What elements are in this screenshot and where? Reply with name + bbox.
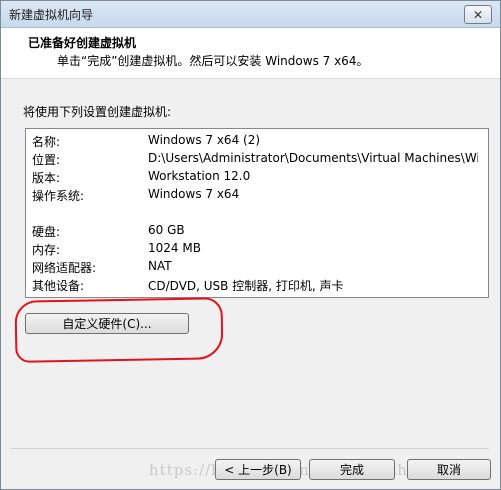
row-value: Windows 7 x64 (2) [148, 133, 261, 147]
intro-text: 将使用下列设置创建虚拟机: [23, 105, 172, 119]
red-annotation-circle [14, 297, 224, 363]
row-value: Workstation 12.0 [148, 169, 251, 183]
row-label: 硬盘: [32, 225, 61, 239]
wizard-header: 已准备好创建虚拟机 单击“完成”创建虚拟机。然后可以安装 Windows 7 x… [1, 28, 500, 79]
row-value: NAT [148, 259, 172, 273]
row-label: 网络适配器: [32, 261, 97, 275]
row-value: D:\Users\Administrator\Documents\Virtual… [148, 151, 478, 165]
row-label: 操作系统: [32, 189, 85, 203]
wizard-window: 新建虚拟机向导 ✕ 已准备好创建虚拟机 单击“完成”创建虚拟机。然后可以安装 W… [0, 0, 501, 490]
header-title: 已准备好创建虚拟机 [28, 36, 137, 50]
finish-button[interactable]: 完成 [309, 459, 395, 480]
row-label: 名称: [32, 135, 61, 149]
row-label: 其他设备: [32, 279, 85, 293]
title-bar: 新建虚拟机向导 ✕ [1, 1, 500, 28]
row-label: 版本: [32, 171, 61, 185]
close-icon: ✕ [472, 7, 484, 22]
row-value: Windows 7 x64 [148, 187, 240, 201]
row-value: 60 GB [148, 223, 185, 237]
row-label: 位置: [32, 153, 61, 167]
window-title: 新建虚拟机向导 [9, 8, 94, 22]
row-value: 1024 MB [148, 241, 201, 255]
footer-divider [11, 448, 489, 449]
close-button[interactable]: ✕ [464, 5, 492, 24]
row-value: CD/DVD, USB 控制器, 打印机, 声卡 [148, 279, 344, 293]
cancel-button[interactable]: 取消 [407, 459, 491, 480]
back-button[interactable]: < 上一步(B) [215, 459, 301, 480]
header-subtitle: 单击“完成”创建虚拟机。然后可以安装 Windows 7 x64。 [57, 54, 369, 68]
row-label: 内存: [32, 243, 61, 257]
settings-summary[interactable]: 名称: Windows 7 x64 (2) 位置: D:\Users\Admin… [25, 128, 489, 298]
